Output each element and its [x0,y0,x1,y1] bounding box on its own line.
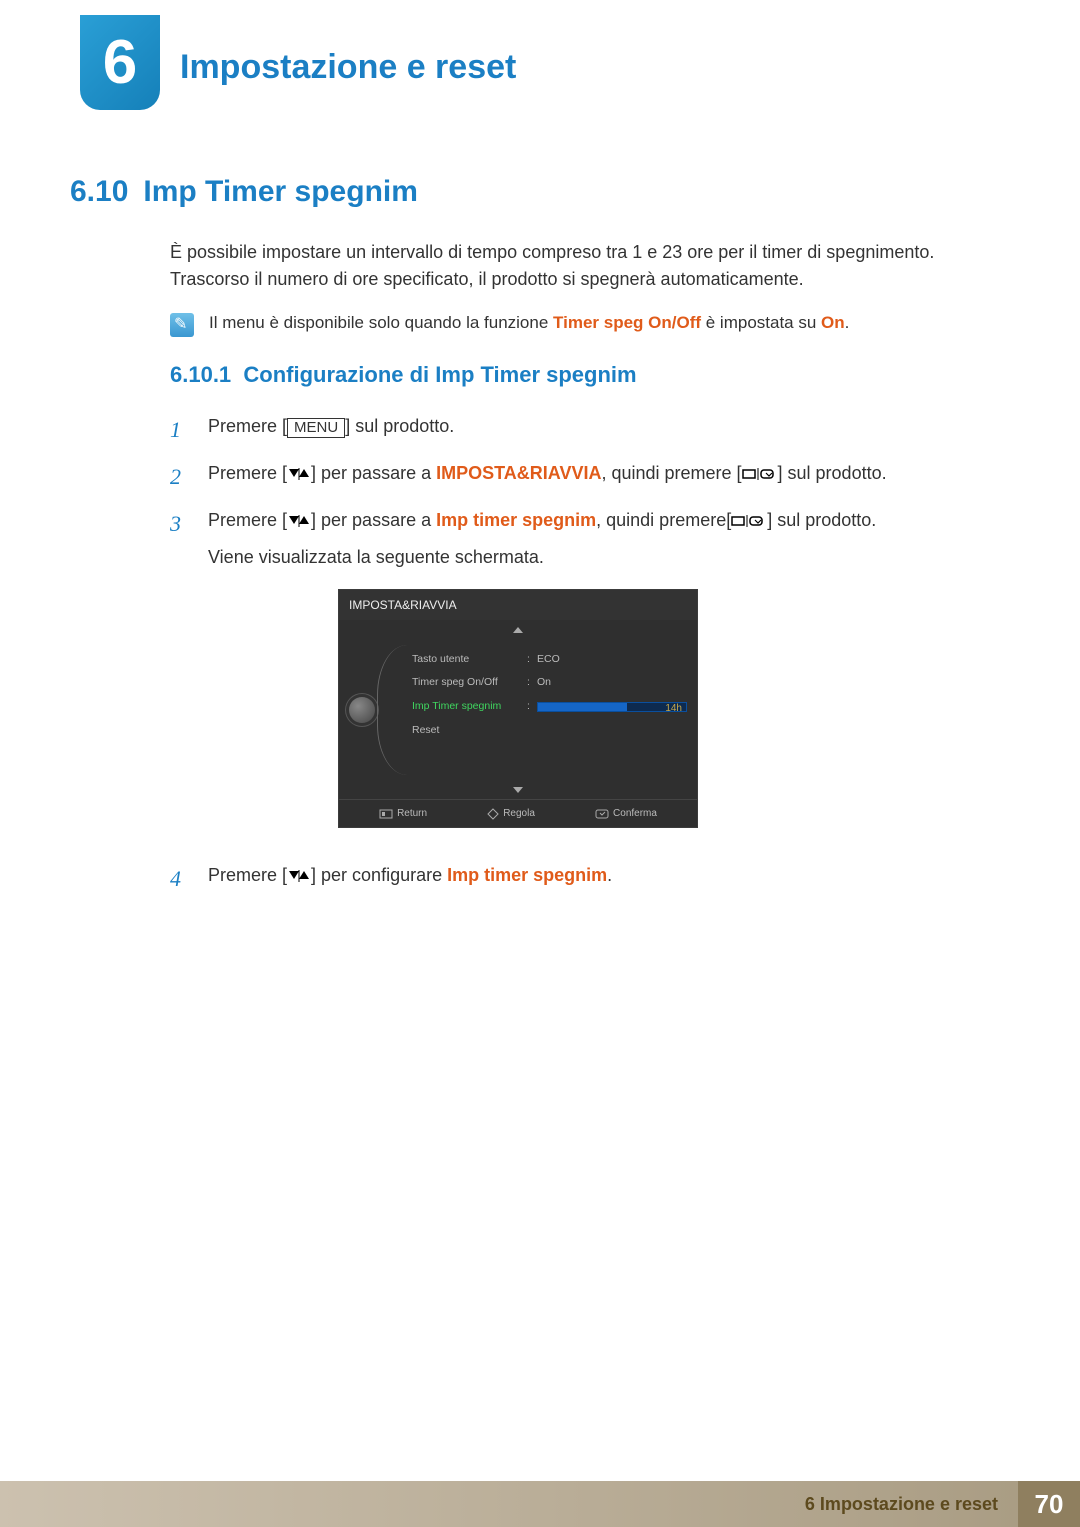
adjust-icon [487,808,499,820]
subsection-heading: 6.10.1 Configurazione di Imp Timer spegn… [170,362,1000,388]
step-number: 3 [170,507,190,540]
osd-down-arrow [339,780,697,800]
osd-title: IMPOSTA&RIAVVIA [339,590,697,620]
step-3-extra: Viene visualizzata la seguente schermata… [208,544,876,571]
step-2: 2 Premere [ ] per passare a IMPOSTA&RIAV… [170,460,960,493]
footer-chapter-label: 6 Impostazione e reset [0,1481,1018,1527]
intro-paragraph: È possibile impostare un intervallo di t… [170,239,960,293]
step-4: 4 Premere [ ] per configurare Imp timer … [170,862,960,895]
return-icon [379,809,393,819]
osd-row-active: Imp Timer spegnim: 14h [412,695,687,719]
step-list: 1 Premere [MENU] sul prodotto. 2 Premere… [170,413,960,895]
step-number: 1 [170,413,190,446]
page-footer: 6 Impostazione e reset 70 [0,1481,1080,1527]
osd-panel: IMPOSTA&RIAVVIA Tasto utente:ECO [338,589,698,828]
down-up-icon [287,467,311,481]
subsection-title: Configurazione di Imp Timer spegnim [243,362,636,387]
select-enter-icon [742,467,778,481]
subsection-number: 6.10.1 [170,362,231,387]
osd-row: Reset [412,719,687,743]
chapter-title: Impostazione e reset [180,48,516,87]
step-number: 4 [170,862,190,895]
menu-button-label: MENU [287,418,345,438]
note: Il menu è disponibile solo quando la fun… [170,313,960,337]
osd-up-arrow [339,620,697,640]
chapter-header: 6 Impostazione e reset [80,20,1000,115]
step-1: 1 Premere [MENU] sul prodotto. [170,413,960,446]
section-heading: 6.10 Imp Timer spegnim [70,175,1000,209]
chapter-number-tab: 6 [80,15,160,110]
osd-row: Timer speg On/Off:On [412,671,687,695]
osd-footer-confirm: Conferma [595,806,657,821]
osd-row: Tasto utente:ECO [412,648,687,672]
osd-slider: 14h [537,702,687,712]
select-enter-icon [731,514,767,528]
footer-page-number: 70 [1018,1481,1080,1527]
osd-footer-return: Return [379,806,427,821]
osd-footer: Return Regola Conferma [339,799,697,827]
note-text: Il menu è disponibile solo quando la fun… [209,313,849,333]
section-title: Imp Timer spegnim [143,175,418,208]
down-up-icon [287,514,311,528]
down-up-icon [287,869,311,883]
gear-icon [349,697,375,723]
osd-footer-adjust: Regola [487,806,535,821]
step-number: 2 [170,460,190,493]
note-icon [170,313,194,337]
confirm-icon [595,809,609,819]
section-number: 6.10 [70,175,128,208]
step-3: 3 Premere [ ] per passare a Imp timer sp… [170,507,960,848]
